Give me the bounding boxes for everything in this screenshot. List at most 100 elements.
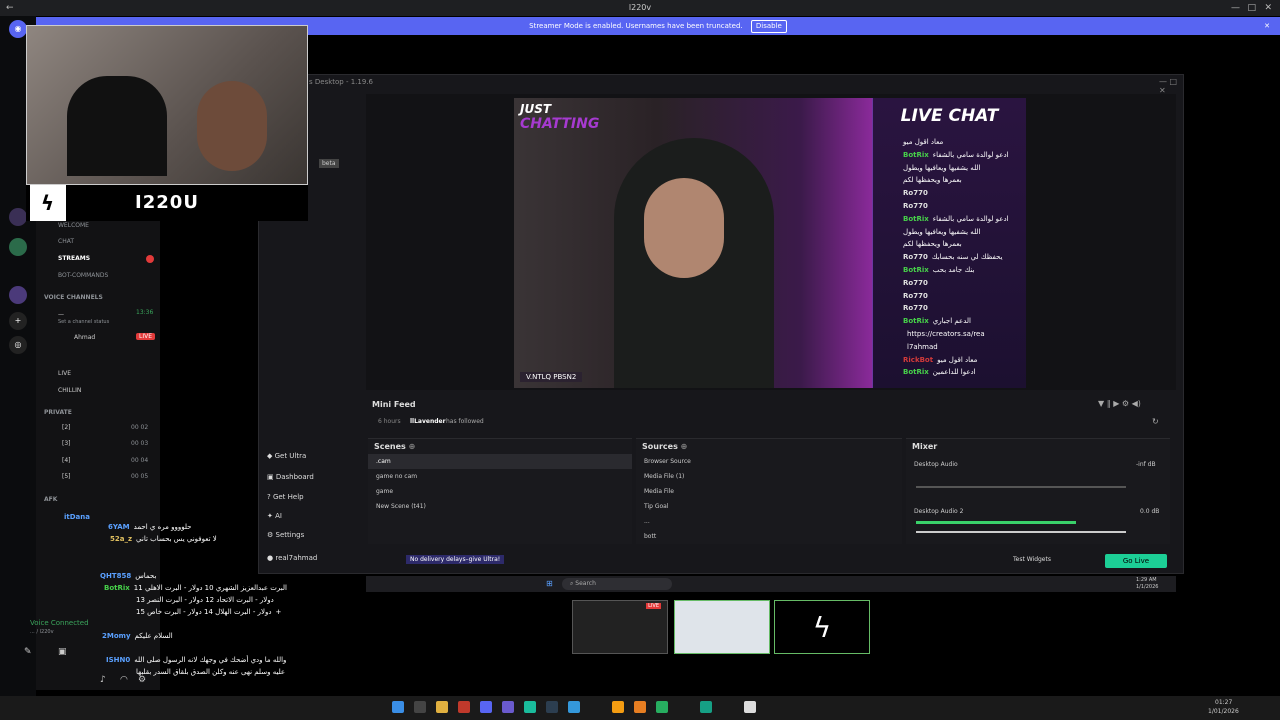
- private-header[interactable]: PRIVATE: [44, 409, 72, 416]
- private-channel[interactable]: [3]: [62, 440, 71, 447]
- streamer-logo-text: I220U: [135, 192, 199, 213]
- channel-chat[interactable]: CHAT: [58, 238, 74, 245]
- channel-live[interactable]: LIVE: [58, 370, 71, 377]
- set-status-link[interactable]: Set a channel status: [58, 319, 109, 325]
- microphone-icon[interactable]: ♪: [100, 675, 106, 685]
- maximize-icon[interactable]: □: [1247, 0, 1256, 16]
- search-icon[interactable]: [414, 701, 426, 713]
- channel-bot-commands[interactable]: BOT-COMMANDS: [58, 272, 108, 279]
- screen-share-icon[interactable]: ▣: [58, 647, 67, 657]
- minimize-icon[interactable]: —: [1231, 0, 1240, 16]
- chat-username: RickBot: [903, 355, 934, 364]
- afk-header[interactable]: AFK: [44, 496, 57, 503]
- chat-text: l7ahmad: [907, 342, 938, 351]
- chat-text: حلوووو مره ي احمد: [133, 523, 192, 531]
- live-chat-message: Ro770: [903, 292, 932, 300]
- explore-icon[interactable]: ◎: [9, 336, 27, 354]
- dashboard-link[interactable]: ▣ Dashboard: [267, 473, 314, 481]
- private-channel[interactable]: [4]: [62, 457, 71, 464]
- volume-slider[interactable]: [916, 531, 1126, 533]
- volume-slider[interactable]: [916, 486, 1126, 488]
- channel-name[interactable]: —: [58, 311, 64, 318]
- chat-username: BotRix: [903, 214, 929, 223]
- thumbnail[interactable]: ϟ: [774, 600, 870, 654]
- close-icon[interactable]: ✕: [1264, 0, 1272, 16]
- thumbnail[interactable]: [674, 600, 770, 654]
- server-icon[interactable]: [9, 238, 27, 256]
- server-icon[interactable]: [9, 286, 27, 304]
- headphones-icon[interactable]: ◠: [120, 675, 128, 685]
- chat-text: https://creators.sa/rea: [907, 330, 985, 338]
- mixer-title: Mixer: [912, 442, 938, 451]
- window-controls[interactable]: — □ ✕: [1159, 77, 1183, 95]
- stream-preview[interactable]: JUST CHATTING V.NTLQ PBSN2 LIVE CHAT معا…: [514, 98, 1026, 388]
- discord-icon[interactable]: [480, 701, 492, 713]
- app-icon[interactable]: [568, 701, 580, 713]
- chat-username: Ro770: [903, 202, 928, 210]
- mic-icon[interactable]: ✎: [24, 647, 32, 657]
- overlay-chat-message: 6YAM حلوووو مره ي احمد: [108, 523, 192, 531]
- source-item[interactable]: bott: [636, 529, 902, 544]
- promo-link[interactable]: No delivery delays–give Ultra!: [406, 555, 505, 564]
- scene-item[interactable]: game no cam: [368, 469, 632, 484]
- xbox-icon[interactable]: [656, 701, 668, 713]
- app-icon[interactable]: [612, 701, 624, 713]
- close-icon[interactable]: ✕: [1264, 17, 1270, 35]
- private-channel[interactable]: [2]: [62, 424, 71, 431]
- source-item[interactable]: ...: [636, 514, 902, 529]
- settings-icon[interactable]: ⚙: [138, 675, 146, 685]
- discord-home-icon[interactable]: ◉: [9, 20, 27, 38]
- live-chat-message: الله يشفيها ويعافيها ويطول: [903, 228, 984, 236]
- voice-connected-label[interactable]: Voice Connected: [30, 619, 89, 627]
- source-item[interactable]: Media File: [636, 484, 902, 499]
- channel-welcome[interactable]: WELCOME: [58, 222, 89, 229]
- host-time: 01:27: [1215, 699, 1233, 706]
- source-item[interactable]: Browser Source: [636, 454, 902, 469]
- voice-timer: 13:36: [136, 309, 154, 316]
- chat-username: Ro770: [903, 253, 928, 262]
- source-item[interactable]: Media File (1): [636, 469, 902, 484]
- app-icon[interactable]: [502, 701, 514, 713]
- settings-link[interactable]: ⚙ Settings: [267, 531, 304, 539]
- thumbnail[interactable]: LIVE: [572, 600, 668, 654]
- disable-button[interactable]: Disable: [750, 20, 787, 33]
- test-widgets-button[interactable]: Test Widgets: [1013, 556, 1051, 563]
- private-channel[interactable]: [5]: [62, 473, 71, 480]
- mixer-channel-name: Desktop Audio 2: [914, 508, 964, 515]
- live-chat-message: BotRix بنك جامد بحب: [903, 266, 974, 274]
- scene-item[interactable]: New Scene (t41): [368, 499, 632, 514]
- chat-text: بحماس: [135, 572, 157, 580]
- scene-item[interactable]: game: [368, 484, 632, 499]
- user-link[interactable]: ● real7ahmad: [267, 554, 317, 562]
- app-icon[interactable]: [458, 701, 470, 713]
- sources-panel: Sources ⊕ Browser Source Media File (1) …: [636, 438, 902, 544]
- channel-streams[interactable]: STREAMS: [58, 255, 90, 262]
- app-icon[interactable]: [700, 701, 712, 713]
- ai-link[interactable]: ✦ AI: [267, 512, 282, 520]
- add-server-icon[interactable]: +: [9, 312, 27, 330]
- feed-user[interactable]: llLavender: [410, 418, 446, 425]
- obs-bottom-bar: No delivery delays–give Ultra! Test Widg…: [366, 552, 1176, 570]
- app-icon[interactable]: [524, 701, 536, 713]
- search-box[interactable]: ⌕ Search: [562, 578, 672, 590]
- get-help-link[interactable]: ? Get Help: [267, 493, 304, 501]
- go-live-button[interactable]: Go Live: [1105, 554, 1167, 568]
- app-icon[interactable]: [634, 701, 646, 713]
- server-icon[interactable]: [9, 208, 27, 226]
- voice-channels-header[interactable]: VOICE CHANNELS: [44, 294, 103, 301]
- get-ultra-link[interactable]: ◆ Get Ultra: [267, 452, 306, 460]
- steam-icon[interactable]: [546, 701, 558, 713]
- scene-item[interactable]: .cam: [368, 454, 632, 469]
- back-icon[interactable]: ←: [6, 0, 14, 16]
- start-icon[interactable]: ⊞: [546, 579, 553, 588]
- chrome-icon[interactable]: [744, 701, 756, 713]
- source-item[interactable]: Tip Goal: [636, 499, 902, 514]
- vm-time: 1:29 AM: [1136, 577, 1157, 583]
- chat-username: BotRix: [104, 584, 130, 592]
- channel-chillin[interactable]: CHILLIN: [58, 387, 81, 394]
- voice-user[interactable]: Ahmad: [74, 334, 95, 341]
- feed-controls[interactable]: ▼ ∥ ▶ ⚙ ◀): [1098, 399, 1141, 408]
- refresh-icon[interactable]: ↻: [1152, 417, 1159, 426]
- folder-icon[interactable]: [436, 701, 448, 713]
- start-icon[interactable]: [392, 701, 404, 713]
